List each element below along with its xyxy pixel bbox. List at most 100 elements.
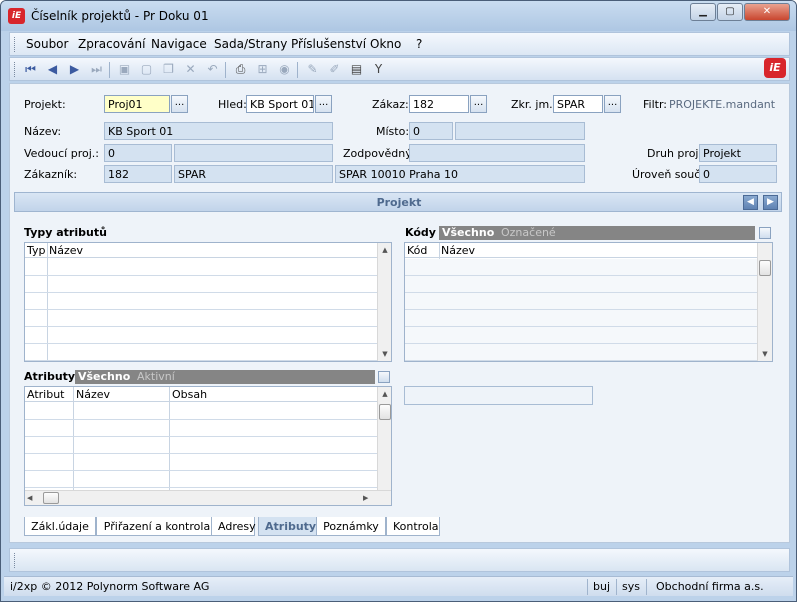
hled-field[interactable]: KB Sport 01: [246, 95, 314, 113]
report-icon[interactable]: ▤: [349, 62, 364, 77]
print-icon[interactable]: ⎙: [233, 62, 248, 77]
tab-atributy[interactable]: Atributy: [258, 517, 318, 536]
zakaznik-field[interactable]: 182: [104, 165, 172, 183]
tab-poznamky[interactable]: Poznámky: [316, 517, 386, 536]
col-nazev[interactable]: Název: [49, 244, 83, 257]
zakaznik-address-field[interactable]: SPAR 10010 Praha 10: [335, 165, 585, 183]
atributy-filter-all[interactable]: Všechno: [78, 370, 130, 383]
col-typ[interactable]: Typ: [27, 244, 46, 257]
tab-adresy[interactable]: Adresy: [211, 517, 256, 536]
highlight-icon[interactable]: ✐: [327, 62, 342, 77]
app-icon[interactable]: iE: [8, 8, 25, 24]
col-kod[interactable]: Kód: [407, 244, 427, 257]
table-row[interactable]: [405, 276, 757, 293]
atributy-hscrollbar[interactable]: ◀ ▶: [25, 490, 391, 505]
tree-icon[interactable]: ⊞: [255, 62, 270, 77]
table-row[interactable]: [405, 344, 757, 361]
scroll-down-icon[interactable]: ▼: [758, 347, 772, 361]
atributy-grid[interactable]: Atribut Název Obsah ▲ ◀ ▶: [24, 386, 392, 506]
scroll-up-icon[interactable]: ▲: [378, 243, 391, 257]
table-row[interactable]: [25, 471, 377, 488]
col-atribut[interactable]: Atribut: [27, 388, 65, 401]
kody-filter-all[interactable]: Všechno: [442, 226, 494, 239]
table-row[interactable]: [25, 310, 377, 327]
table-row[interactable]: [405, 327, 757, 344]
vedouci-field[interactable]: 0: [104, 144, 172, 162]
last-icon[interactable]: ⏭: [89, 62, 104, 77]
copy-icon[interactable]: ❐: [161, 62, 176, 77]
col-nazev[interactable]: Název: [441, 244, 475, 257]
scroll-right-icon[interactable]: ▶: [363, 491, 375, 505]
edit-icon[interactable]: ✎: [305, 62, 320, 77]
hled-lookup-button[interactable]: ...: [315, 95, 332, 113]
zkr-field[interactable]: SPAR: [553, 95, 603, 113]
kody-grid[interactable]: Kód Název ▼: [404, 242, 773, 362]
first-icon[interactable]: ⏮: [23, 62, 38, 77]
refresh-icon[interactable]: ◉: [277, 62, 292, 77]
kody-menu-button[interactable]: [759, 227, 771, 239]
save-icon[interactable]: ▣: [117, 62, 132, 77]
scroll-up-icon[interactable]: ▲: [378, 387, 391, 401]
typy-scrollbar[interactable]: ▲ ▼: [377, 243, 391, 361]
atributy-filter-active[interactable]: Aktivní: [137, 370, 175, 383]
table-row[interactable]: [25, 276, 377, 293]
scroll-left-icon[interactable]: ◀: [27, 491, 39, 505]
prev-icon[interactable]: ◀: [45, 62, 60, 77]
tab-kontrola[interactable]: Kontrola: [386, 517, 440, 536]
zodp-field[interactable]: [409, 144, 585, 162]
minimize-button[interactable]: ▁: [690, 3, 716, 21]
atributy-menu-button[interactable]: [378, 371, 390, 383]
menu-help[interactable]: ?: [416, 37, 422, 51]
uroven-field[interactable]: 0: [699, 165, 777, 183]
close-button[interactable]: ✕: [744, 3, 790, 21]
menu-soubor[interactable]: Soubor: [26, 37, 68, 51]
druh-field[interactable]: Projekt: [699, 144, 777, 162]
menu-okno[interactable]: Okno: [370, 37, 401, 51]
projekt-field[interactable]: Proj01: [104, 95, 170, 113]
title-bar[interactable]: iE Číselník projektů - Pr Doku 01 ▁ ▢ ✕: [1, 1, 796, 31]
table-row[interactable]: [25, 420, 377, 437]
table-row[interactable]: [405, 259, 757, 276]
zakaznik-name-field[interactable]: SPAR: [174, 165, 333, 183]
toolbar-grip[interactable]: [14, 62, 16, 77]
col-nazev[interactable]: Název: [76, 388, 110, 401]
undo-icon[interactable]: ↶: [205, 62, 220, 77]
nazev-field[interactable]: KB Sport 01: [104, 122, 333, 140]
attribute-detail-field[interactable]: [404, 386, 593, 405]
scroll-down-icon[interactable]: ▼: [378, 347, 391, 361]
scroll-thumb[interactable]: [43, 492, 59, 504]
vedouci-name-field[interactable]: [174, 144, 333, 162]
menu-sada-strany[interactable]: Sada/Strany: [214, 37, 287, 51]
scroll-thumb[interactable]: [759, 260, 771, 276]
next-icon[interactable]: ▶: [67, 62, 82, 77]
table-row[interactable]: [25, 403, 377, 420]
menu-prislusenstvi[interactable]: Příslušenství: [291, 37, 366, 51]
table-row[interactable]: [405, 310, 757, 327]
table-row[interactable]: [25, 327, 377, 344]
zkr-lookup-button[interactable]: ...: [604, 95, 621, 113]
kody-filter-marked[interactable]: Označené: [501, 226, 556, 239]
delete-icon[interactable]: ✕: [183, 62, 198, 77]
tab-prirazeni[interactable]: Přiřazení a kontrola: [96, 517, 218, 536]
section-prev-button[interactable]: ◀: [743, 195, 758, 210]
new-icon[interactable]: ▢: [139, 62, 154, 77]
table-row[interactable]: [25, 259, 377, 276]
tab-zakl-udaje[interactable]: Zákl.údaje: [24, 517, 96, 536]
table-row[interactable]: [25, 293, 377, 310]
bottom-grip[interactable]: [14, 553, 16, 568]
scroll-thumb[interactable]: [379, 404, 391, 420]
zakaz-field[interactable]: 182: [409, 95, 469, 113]
typy-grid[interactable]: Typ Název ▲ ▼: [24, 242, 392, 362]
projekt-lookup-button[interactable]: ...: [171, 95, 188, 113]
maximize-button[interactable]: ▢: [717, 3, 743, 21]
misto-name-field[interactable]: [455, 122, 585, 140]
menu-grip[interactable]: [14, 37, 16, 52]
misto-field[interactable]: 0: [409, 122, 453, 140]
table-row[interactable]: [25, 454, 377, 471]
menu-zpracovani[interactable]: Zpracování: [78, 37, 145, 51]
table-row[interactable]: [405, 293, 757, 310]
filter-icon[interactable]: Y: [371, 62, 386, 77]
table-row[interactable]: [25, 344, 377, 361]
zakaz-lookup-button[interactable]: ...: [470, 95, 487, 113]
col-obsah[interactable]: Obsah: [172, 388, 207, 401]
